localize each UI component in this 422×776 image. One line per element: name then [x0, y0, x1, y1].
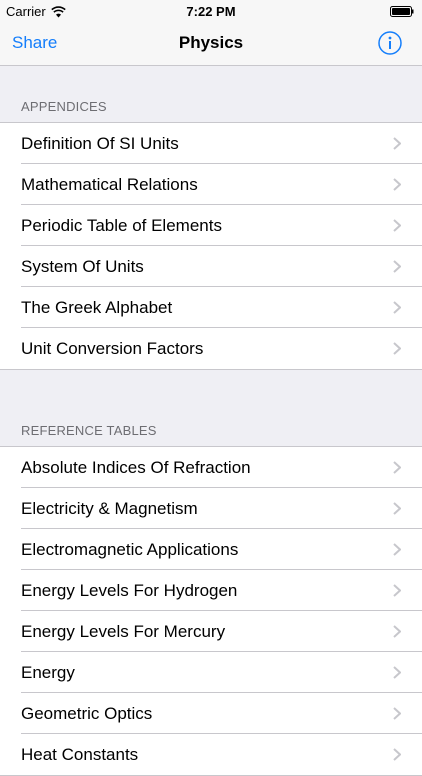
list-item[interactable]: The Greek Alphabet [0, 287, 422, 328]
list-item[interactable]: System Of Units [0, 246, 422, 287]
chevron-right-icon [393, 219, 401, 232]
list-item-label: Electromagnetic Applications [21, 540, 239, 559]
chevron-right-icon [393, 137, 401, 150]
chevron-right-icon [393, 707, 401, 720]
list-item-label: Energy [21, 663, 75, 682]
list-item-label: Definition Of SI Units [21, 134, 179, 153]
list-item-label: Unit Conversion Factors [21, 339, 204, 358]
chevron-right-icon [393, 461, 401, 474]
list-item[interactable]: Unit Conversion Factors [0, 328, 422, 369]
list-item[interactable]: Heat Constants [0, 734, 422, 775]
chevron-right-icon [393, 178, 401, 191]
list-item-label: Electricity & Magnetism [21, 499, 198, 518]
battery-icon [390, 6, 414, 17]
list-item[interactable]: Electromagnetic Applications [0, 529, 422, 570]
list-item-label: Energy Levels For Hydrogen [21, 581, 238, 600]
list-item-label: Periodic Table of Elements [21, 216, 222, 235]
list-item[interactable]: Energy Levels For Mercury [0, 611, 422, 652]
table-view: APPENDICES Definition Of SI Units Mathem… [0, 67, 422, 776]
list-item-label: Energy Levels For Mercury [21, 622, 226, 641]
section-header-appendices: APPENDICES [0, 67, 422, 122]
list-item-label: Absolute Indices Of Refraction [21, 458, 251, 477]
list-item[interactable]: Periodic Table of Elements [0, 205, 422, 246]
list-item[interactable]: Energy Levels For Hydrogen [0, 570, 422, 611]
list-item-label: Mathematical Relations [21, 175, 198, 194]
list-item-label: Geometric Optics [21, 704, 153, 723]
appendices-list: Definition Of SI Units Mathematical Rela… [0, 122, 422, 370]
section-header-label: APPENDICES [21, 99, 107, 114]
chevron-right-icon [393, 584, 401, 597]
list-item[interactable]: Geometric Optics [0, 693, 422, 734]
list-item[interactable]: Electricity & Magnetism [0, 488, 422, 529]
info-icon[interactable] [378, 31, 402, 55]
chevron-right-icon [393, 666, 401, 679]
page-title: Physics [178, 33, 244, 52]
navigation-bar: Share Physics [0, 22, 422, 66]
list-item-label: Heat Constants [21, 745, 139, 764]
list-item-label: System Of Units [21, 257, 144, 276]
status-time: 7:22 PM [186, 4, 236, 19]
list-item[interactable]: Absolute Indices Of Refraction [0, 447, 422, 488]
status-bar: Carrier 7:22 PM [0, 0, 422, 22]
chevron-right-icon [393, 301, 401, 314]
section-header-label: REFERENCE TABLES [21, 423, 157, 438]
section-header-reference-tables: REFERENCE TABLES [0, 391, 422, 446]
list-item[interactable]: Definition Of SI Units [0, 123, 422, 164]
list-item[interactable]: Mathematical Relations [0, 164, 422, 205]
chevron-right-icon [393, 260, 401, 273]
chevron-right-icon [393, 502, 401, 515]
chevron-right-icon [393, 625, 401, 638]
chevron-right-icon [393, 543, 401, 556]
reference-tables-list: Absolute Indices Of Refraction Electrici… [0, 446, 422, 776]
list-item-label: The Greek Alphabet [21, 298, 173, 317]
chevron-right-icon [393, 342, 401, 355]
list-item[interactable]: Energy [0, 652, 422, 693]
